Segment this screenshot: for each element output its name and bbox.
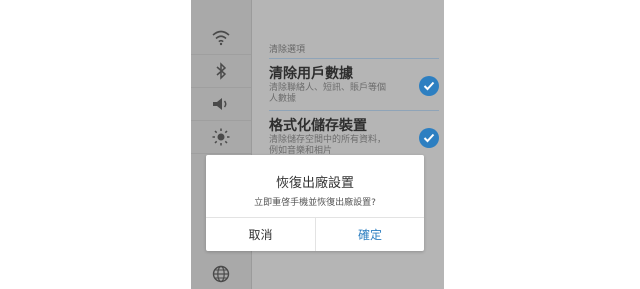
wifi-icon xyxy=(212,30,230,46)
sidebar-item-volume[interactable] xyxy=(191,88,251,121)
option-format-storage[interactable]: 格式化儲存裝置 清除儲存空間中的所有資料，例如音樂和相片 xyxy=(269,118,439,157)
sidebar-item-brightness[interactable] xyxy=(191,121,251,154)
option-divider xyxy=(269,110,439,111)
brightness-icon xyxy=(212,128,230,146)
option-desc: 清除儲存空間中的所有資料，例如音樂和相片 xyxy=(269,135,387,156)
check-icon[interactable] xyxy=(419,76,439,96)
option-clear-user-data[interactable]: 清除用戶數據 清除聯絡人、短訊、賬戶等個人數據 xyxy=(269,66,439,105)
sidebar-item-wifi[interactable] xyxy=(191,22,251,55)
dialog-message: 立即重啓手機並恢復出廠設置? xyxy=(254,198,376,208)
factory-reset-dialog: 恢復出廠設置 立即重啓手機並恢復出廠設置? 取消 確定 xyxy=(206,155,424,251)
confirm-button[interactable]: 確定 xyxy=(316,218,424,251)
check-icon[interactable] xyxy=(419,128,439,148)
option-title: 格式化儲存裝置 xyxy=(269,118,367,134)
section-divider xyxy=(269,58,439,59)
section-title: 清除選項 xyxy=(269,45,306,55)
globe-icon xyxy=(212,265,230,283)
option-desc: 清除聯絡人、短訊、賬戶等個人數據 xyxy=(269,83,387,104)
bluetooth-icon xyxy=(215,62,227,80)
sidebar-item-bluetooth[interactable] xyxy=(191,55,251,88)
dialog-title: 恢復出廠設置 xyxy=(275,176,354,191)
option-title: 清除用戶數據 xyxy=(269,66,353,82)
volume-icon xyxy=(212,97,230,111)
cancel-button[interactable]: 取消 xyxy=(206,218,315,251)
sidebar-item-language[interactable] xyxy=(191,258,251,289)
